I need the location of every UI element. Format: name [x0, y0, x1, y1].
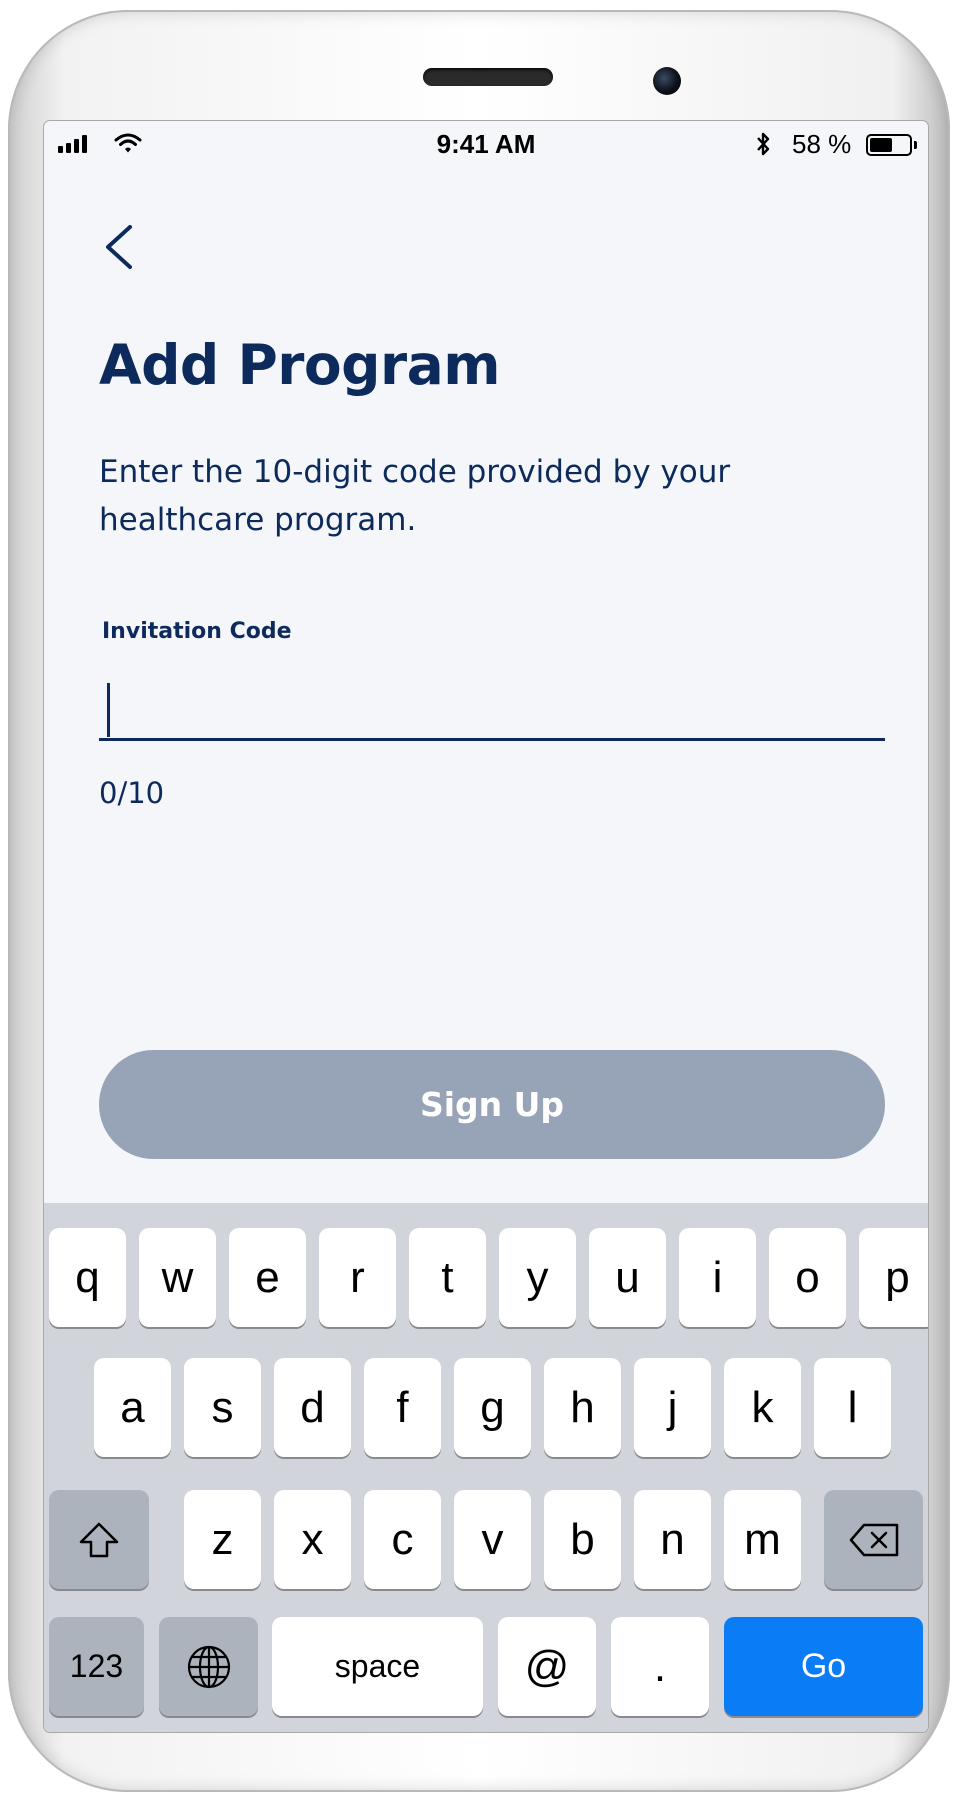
key-k[interactable]: k [724, 1358, 801, 1457]
key-z[interactable]: z [184, 1490, 261, 1589]
page-description: Enter the 10-digit code provided by your… [99, 454, 731, 538]
key-t[interactable]: t [409, 1228, 486, 1327]
period-key[interactable]: . [611, 1617, 709, 1716]
key-a[interactable]: a [94, 1358, 171, 1457]
key-m[interactable]: m [724, 1490, 801, 1589]
key-n[interactable]: n [634, 1490, 711, 1589]
phone-frame: 9:41 AM 58 % Add Program Enter the 10-di… [8, 10, 950, 1792]
key-p[interactable]: p [859, 1228, 928, 1327]
sign-up-button[interactable]: Sign Up [99, 1050, 885, 1159]
shift-key[interactable] [49, 1490, 149, 1589]
key-c[interactable]: c [364, 1490, 441, 1589]
key-v[interactable]: v [454, 1490, 531, 1589]
invitation-code-label: Invitation Code [102, 619, 292, 644]
battery-icon [866, 134, 912, 156]
numbers-key[interactable]: 123 [49, 1617, 144, 1716]
key-q[interactable]: q [49, 1228, 126, 1327]
earpiece-speaker [423, 68, 553, 86]
on-screen-keyboard: qwertyuiop asdfghjkl zxcvbnm 123 space @… [44, 1203, 928, 1732]
key-l[interactable]: l [814, 1358, 891, 1457]
at-key[interactable]: @ [498, 1617, 596, 1716]
key-r[interactable]: r [319, 1228, 396, 1327]
key-e[interactable]: e [229, 1228, 306, 1327]
key-w[interactable]: w [139, 1228, 216, 1327]
key-y[interactable]: y [499, 1228, 576, 1327]
key-j[interactable]: j [634, 1358, 711, 1457]
shift-icon [79, 1522, 119, 1557]
invitation-code-input[interactable] [99, 665, 885, 741]
character-counter: 0/10 [99, 776, 165, 810]
battery-tip [914, 141, 917, 149]
back-button[interactable] [94, 211, 154, 271]
key-g[interactable]: g [454, 1358, 531, 1457]
key-i[interactable]: i [679, 1228, 756, 1327]
globe-icon [187, 1645, 230, 1688]
battery-percentage: 58 % [792, 129, 852, 159]
globe-key[interactable] [159, 1617, 258, 1716]
app-screen: 9:41 AM 58 % Add Program Enter the 10-di… [44, 121, 928, 1732]
key-f[interactable]: f [364, 1358, 441, 1457]
key-o[interactable]: o [769, 1228, 846, 1327]
front-camera [653, 67, 681, 95]
page-title: Add Program [99, 333, 501, 397]
key-d[interactable]: d [274, 1358, 351, 1457]
battery-level [870, 138, 892, 152]
delete-key[interactable] [824, 1490, 923, 1589]
go-key[interactable]: Go [724, 1617, 923, 1716]
key-x[interactable]: x [274, 1490, 351, 1589]
key-b[interactable]: b [544, 1490, 621, 1589]
text-cursor [107, 683, 110, 737]
key-h[interactable]: h [544, 1358, 621, 1457]
space-key[interactable]: space [272, 1617, 483, 1716]
bluetooth-icon [757, 132, 770, 156]
chevron-left-icon [106, 225, 132, 269]
backspace-icon [849, 1523, 898, 1556]
status-bar: 9:41 AM 58 % [44, 121, 928, 169]
key-s[interactable]: s [184, 1358, 261, 1457]
key-u[interactable]: u [589, 1228, 666, 1327]
